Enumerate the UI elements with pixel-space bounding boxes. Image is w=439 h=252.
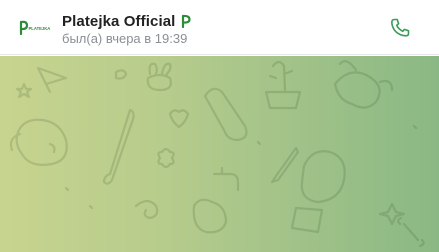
avatar[interactable]: PLATEJKA: [14, 7, 54, 47]
paper-plane-doodle: [36, 66, 68, 94]
bone-doodle: [397, 216, 425, 248]
dog-doodle: [9, 118, 68, 166]
platejka-logo-icon: PLATEJKA: [19, 20, 51, 36]
paintbrush-doodle: [102, 108, 135, 185]
brand-badge-icon: [182, 14, 192, 28]
avatar-logo-text: PLATEJKA: [29, 26, 51, 31]
chat-header: PLATEJKA Platejka Official был(а) вчера …: [0, 0, 439, 55]
flower-doodle: [157, 147, 175, 169]
bunny-doodle: [146, 62, 172, 92]
chat-title[interactable]: Platejka Official: [62, 13, 175, 30]
chat-background: [0, 56, 439, 252]
title-row[interactable]: Platejka Official: [62, 11, 192, 31]
swirl-doodle: [134, 199, 159, 220]
heart-doodle: [168, 109, 190, 129]
sparkle-doodle: [378, 202, 406, 226]
star-doodle: [15, 82, 33, 99]
pencil-doodle: [270, 146, 300, 184]
dog-face-doodle: [290, 150, 346, 234]
faucet-doodle: [212, 166, 240, 192]
chat-status: был(а) вчера в 19:39: [62, 31, 188, 46]
lava-lamp-doodle: [203, 87, 248, 142]
blob-doodle: [114, 69, 128, 80]
phone-icon: [391, 18, 410, 37]
cactus-doodle: [264, 60, 302, 110]
doodle-pattern: [9, 60, 425, 248]
hand-doodle: [192, 198, 228, 234]
cow-doodle: [333, 60, 394, 109]
call-button[interactable]: [386, 14, 414, 42]
